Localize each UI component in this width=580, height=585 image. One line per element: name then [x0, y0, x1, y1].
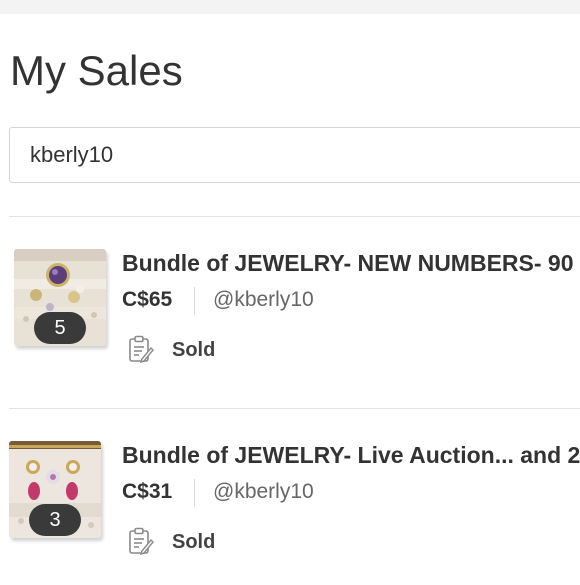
listing-price: C$65: [122, 288, 173, 311]
top-bar: [0, 0, 580, 14]
sold-clipboard-icon: [129, 527, 154, 555]
listing-divider: [9, 408, 580, 409]
status-label: Sold: [172, 339, 216, 361]
listing-item[interactable]: 5 Bundle of JEWELRY- NEW NUMBERS- 90 C$6…: [0, 243, 580, 393]
listing-title[interactable]: Bundle of JEWELRY- NEW NUMBERS- 90: [122, 248, 574, 278]
search-input[interactable]: [30, 128, 570, 182]
sold-clipboard-icon: [129, 335, 154, 363]
listing-thumbnail[interactable]: 5: [14, 249, 106, 346]
image-count-badge: 5: [34, 312, 86, 344]
price-seller-divider: [194, 287, 195, 315]
search-box[interactable]: [9, 127, 580, 183]
page-title: My Sales: [10, 47, 183, 94]
listing-thumbnail[interactable]: 3: [9, 441, 101, 538]
seller-username[interactable]: @kberly10: [213, 285, 314, 315]
price-seller-divider: [194, 479, 195, 507]
section-divider: [9, 216, 580, 217]
listing-price: C$31: [122, 480, 173, 503]
status-label: Sold: [172, 531, 216, 553]
listing-title[interactable]: Bundle of JEWELRY- Live Auction... and 2: [122, 440, 580, 470]
seller-username[interactable]: @kberly10: [213, 477, 314, 507]
image-count-badge: 3: [29, 504, 81, 536]
listing-item[interactable]: 3 Bundle of JEWELRY- Live Auction... and…: [0, 435, 580, 585]
